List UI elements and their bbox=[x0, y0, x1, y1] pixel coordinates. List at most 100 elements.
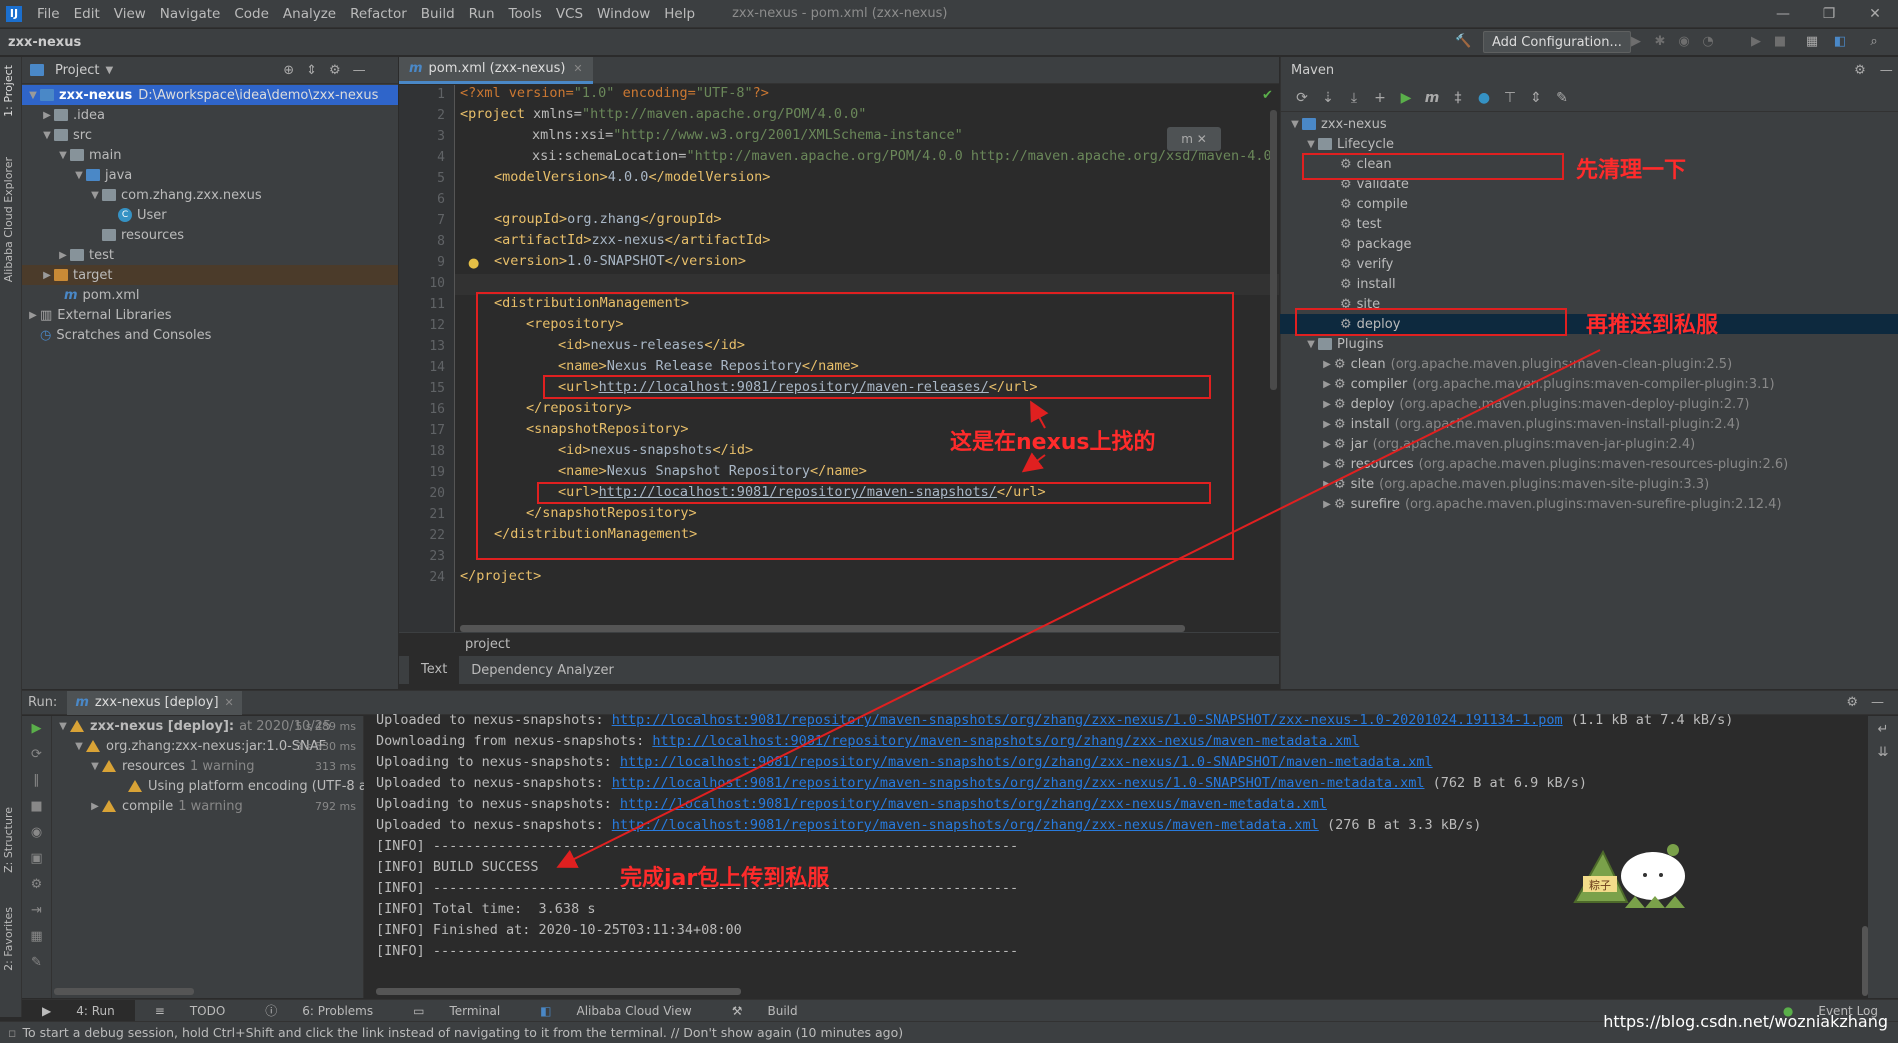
chevron-down-icon[interactable]: ▼ bbox=[40, 130, 54, 141]
search-everywhere-icon[interactable]: ⌕ bbox=[1866, 34, 1882, 50]
tree-node-root[interactable]: ▼ zxx-nexus D:\Aworkspace\idea\demo\zxx-… bbox=[22, 85, 398, 105]
tree-node-java[interactable]: ▼ java bbox=[22, 165, 398, 185]
toolwindow-terminal[interactable]: ▭ Terminal bbox=[393, 1004, 520, 1018]
chevron-right-icon[interactable]: ▶ bbox=[1320, 499, 1334, 510]
console-link[interactable]: http://localhost:9081/repository/maven-s… bbox=[612, 817, 1319, 833]
rerun-icon[interactable]: ▶ bbox=[22, 716, 51, 742]
menu-analyze[interactable]: Analyze bbox=[276, 6, 343, 22]
stop-icon[interactable]: ■ bbox=[22, 794, 51, 820]
lightbulb-icon[interactable]: ● bbox=[468, 256, 479, 271]
menu-edit[interactable]: Edit bbox=[67, 6, 107, 22]
maven-plugin-site[interactable]: ▶ ⚙ site (org.apache.maven.plugins:maven-si… bbox=[1280, 474, 1898, 494]
maven-goal-verify[interactable]: ⚙ verify bbox=[1280, 254, 1898, 274]
toolwindow-alibaba-cloud-view[interactable]: ◧ Alibaba Cloud View bbox=[520, 1004, 712, 1018]
close-tab-icon[interactable]: ✕ bbox=[225, 696, 234, 709]
eye-icon[interactable]: ◉ bbox=[22, 820, 51, 846]
menu-window[interactable]: Window bbox=[590, 6, 657, 22]
chevron-down-icon[interactable]: ▼ bbox=[105, 65, 113, 76]
run-icon[interactable]: ▶ bbox=[1628, 34, 1644, 50]
tree-node-target[interactable]: ▶ target bbox=[22, 265, 398, 285]
chevron-down-icon[interactable]: ▼ bbox=[1288, 119, 1302, 130]
tree-node-package[interactable]: ▼ com.zhang.zxx.nexus bbox=[22, 185, 398, 205]
coverage-icon[interactable]: ◉ bbox=[1676, 34, 1692, 50]
maven-goal-install[interactable]: ⚙ install bbox=[1280, 274, 1898, 294]
run-tree-row-compile[interactable]: ▶ compile 1 warning 792 ms bbox=[88, 796, 362, 816]
chevron-right-icon[interactable]: ▶ bbox=[1320, 439, 1334, 450]
stop-icon[interactable]: ■ bbox=[1772, 34, 1788, 50]
maven-lifecycle[interactable]: ▼ Lifecycle bbox=[1280, 134, 1898, 154]
build-hammer-icon[interactable]: 🔨 bbox=[1455, 34, 1471, 50]
close-tab-icon[interactable]: ✕ bbox=[573, 62, 582, 75]
menu-refactor[interactable]: Refactor bbox=[343, 6, 414, 22]
tab-alibaba-cloud-explorer[interactable]: Alibaba Cloud Explorer bbox=[2, 157, 15, 282]
minimize-icon[interactable]: — bbox=[1760, 6, 1806, 22]
project-structure-icon[interactable]: ▦ bbox=[1804, 34, 1820, 50]
chevron-down-icon[interactable]: ▼ bbox=[72, 741, 86, 752]
hide-icon[interactable]: — bbox=[1871, 695, 1884, 710]
chevron-right-icon[interactable]: ▶ bbox=[40, 270, 54, 281]
toggle-offline-icon[interactable]: ‡ bbox=[1445, 90, 1471, 106]
console-horizontal-scrollbar[interactable] bbox=[376, 988, 741, 995]
chevron-right-icon[interactable]: ▶ bbox=[1320, 419, 1334, 430]
soft-wrap-icon[interactable]: ↵ bbox=[1868, 722, 1898, 737]
maven-goal-compile[interactable]: ⚙ compile bbox=[1280, 194, 1898, 214]
add-configuration-button[interactable]: Add Configuration... bbox=[1483, 31, 1631, 53]
menu-view[interactable]: View bbox=[107, 6, 153, 22]
tree-node-main[interactable]: ▼ main bbox=[22, 145, 398, 165]
maven-plugin-clean[interactable]: ▶ ⚙ clean (org.apache.maven.plugins:maven-c… bbox=[1280, 354, 1898, 374]
chevron-right-icon[interactable]: ▶ bbox=[1320, 459, 1334, 470]
tab-favorites[interactable]: 2: Favorites bbox=[2, 907, 15, 971]
console-link[interactable]: http://localhost:9081/repository/maven-s… bbox=[620, 796, 1327, 812]
close-icon[interactable]: ✕ bbox=[1852, 6, 1898, 22]
status-message[interactable]: To start a debug session, hold Ctrl+Shif… bbox=[22, 1025, 903, 1040]
hide-icon[interactable]: — bbox=[353, 63, 366, 78]
chevron-right-icon[interactable]: ▶ bbox=[26, 310, 40, 321]
restore-icon[interactable]: ❐ bbox=[1806, 6, 1852, 22]
rerun-icon[interactable]: ▶ bbox=[1748, 34, 1764, 50]
alibaba-cloud-icon[interactable]: ◧ bbox=[1832, 34, 1848, 50]
editor-horizontal-scrollbar[interactable] bbox=[460, 625, 1185, 632]
console-link[interactable]: http://localhost:9081/repository/maven-s… bbox=[620, 754, 1433, 770]
console-link[interactable]: http://localhost:9081/repository/maven-s… bbox=[652, 733, 1359, 749]
tree-node-pom[interactable]: m pom.xml bbox=[22, 285, 398, 305]
menu-build[interactable]: Build bbox=[414, 6, 462, 22]
chevron-right-icon[interactable]: ▶ bbox=[88, 801, 102, 812]
pause-icon[interactable]: ∥ bbox=[22, 768, 51, 794]
show-dependencies-icon[interactable]: ⊤ bbox=[1497, 90, 1523, 106]
toolwindow-run[interactable]: ▶ 4: Run bbox=[22, 999, 135, 1022]
gear-icon[interactable]: ⚙ bbox=[329, 63, 341, 78]
scroll-to-end-icon[interactable]: ⇊ bbox=[1868, 745, 1898, 760]
maven-plugin-deploy[interactable]: ▶ ⚙ deploy (org.apache.maven.plugins:maven-… bbox=[1280, 394, 1898, 414]
chevron-right-icon[interactable]: ▶ bbox=[1320, 379, 1334, 390]
tree-node-external-libraries[interactable]: ▶ ▥ External Libraries bbox=[22, 305, 398, 325]
tree-node-idea[interactable]: ▶ .idea bbox=[22, 105, 398, 125]
pin-icon[interactable]: ✎ bbox=[22, 950, 51, 976]
exit-icon[interactable]: ⇥ bbox=[22, 898, 51, 924]
toolwindow-problems[interactable]: ⓘ 6: Problems bbox=[245, 1002, 393, 1019]
camera-icon[interactable]: ▣ bbox=[22, 846, 51, 872]
collapse-all-icon[interactable]: ⇕ bbox=[1523, 90, 1549, 106]
tab-dependency-analyzer[interactable]: Dependency Analyzer bbox=[459, 663, 626, 678]
console-link[interactable]: http://localhost:9081/repository/maven-s… bbox=[612, 712, 1563, 728]
editor-vertical-scrollbar[interactable] bbox=[1270, 110, 1277, 390]
maven-root[interactable]: ▼ zxx-nexus bbox=[1280, 114, 1898, 134]
run-tree-scrollbar[interactable] bbox=[54, 988, 194, 995]
chevron-right-icon[interactable]: ▶ bbox=[40, 110, 54, 121]
chevron-down-icon[interactable]: ▼ bbox=[88, 761, 102, 772]
toolwindow-todo[interactable]: ≡ TODO bbox=[135, 1004, 246, 1018]
menu-help[interactable]: Help bbox=[657, 6, 702, 22]
tree-node-scratches[interactable]: ◷ Scratches and Consoles bbox=[22, 325, 398, 345]
editor-breadcrumb-project[interactable]: project bbox=[465, 637, 510, 652]
tree-node-resources[interactable]: resources bbox=[22, 225, 398, 245]
chevron-down-icon[interactable]: ▼ bbox=[1304, 139, 1318, 150]
maven-plugin-surefire[interactable]: ▶ ⚙ surefire (org.apache.maven.plugins:mave… bbox=[1280, 494, 1898, 514]
toggle-view-icon[interactable]: ⟳ bbox=[22, 742, 51, 768]
tab-pom-xml[interactable]: m pom.xml (zxx-nexus) ✕ bbox=[399, 56, 593, 84]
tab-structure[interactable]: Z: Structure bbox=[2, 807, 15, 873]
chevron-right-icon[interactable]: ▶ bbox=[56, 250, 70, 261]
wrench-icon[interactable]: ✎ bbox=[1549, 90, 1575, 106]
chevron-down-icon[interactable]: ▼ bbox=[56, 150, 70, 161]
tree-node-user[interactable]: C User bbox=[22, 205, 398, 225]
menu-tools[interactable]: Tools bbox=[502, 6, 549, 22]
project-panel-title[interactable]: Project bbox=[55, 63, 99, 78]
